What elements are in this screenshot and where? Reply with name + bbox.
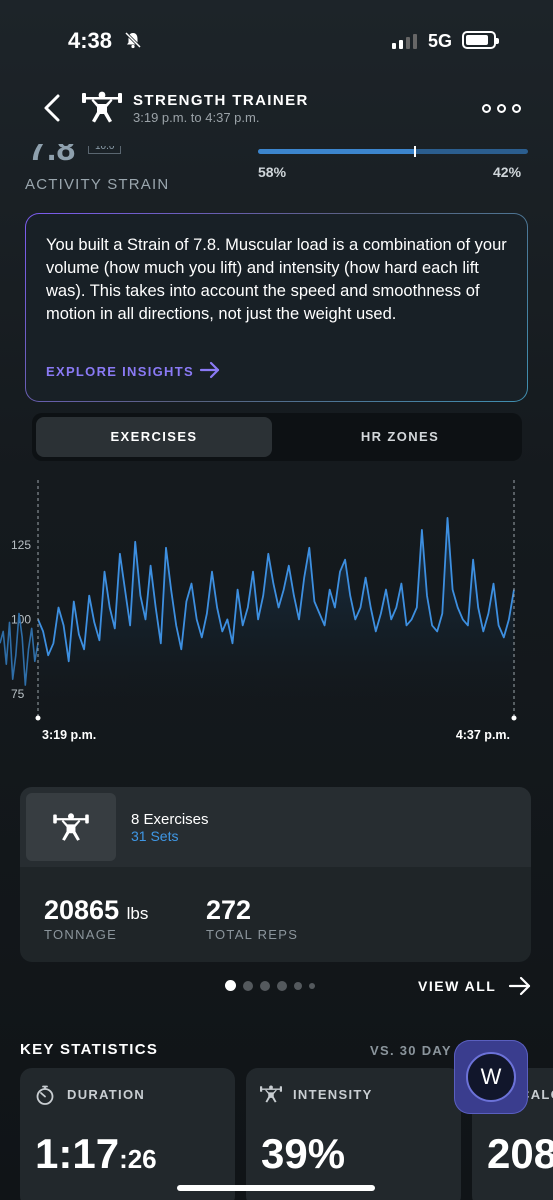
insight-text: You built a Strain of 7.8. Muscular load… (46, 236, 507, 323)
tonnage-number: 20865 (44, 895, 120, 925)
view-all-button[interactable]: VIEW ALL (418, 978, 496, 994)
session-end-dot (511, 715, 517, 721)
x-start-label: 3:19 p.m. (42, 728, 96, 742)
exercise-count: 8 Exercises (131, 811, 209, 828)
workout-header: STRENGTH TRAINER 3:19 p.m. to 4:37 p.m. (0, 85, 553, 135)
strain-label: ACTIVITY STRAIN (25, 176, 170, 193)
more-options-icon[interactable] (482, 104, 521, 113)
tonnage-unit: lbs (126, 904, 149, 923)
stopwatch-icon (36, 1085, 54, 1105)
exercises-summary-card[interactable]: 8 Exercises 31 Sets 20865 lbs TONNAGE 27… (20, 787, 531, 962)
status-time: 4:38 (68, 28, 113, 53)
session-start-dot (35, 715, 41, 721)
compare-period-label[interactable]: VS. 30 DAY (370, 1043, 452, 1058)
pager-dot[interactable] (277, 980, 287, 991)
view-segmented-control: EXERCISES HR ZONES (32, 413, 522, 461)
home-indicator[interactable] (177, 1185, 375, 1191)
heart-rate-chart: 125 100 75 3:19 p.m. 4:37 p.m. (0, 480, 553, 750)
total-reps-label: TOTAL REPS (206, 927, 299, 942)
exercises-card-header: 8 Exercises 31 Sets (20, 787, 531, 867)
battery-icon (462, 31, 499, 49)
stat-label: DURATION (67, 1087, 146, 1102)
stat-value: 208 (487, 1130, 553, 1177)
load-split-left-pct: 58% (258, 164, 287, 180)
x-end-label: 4:37 p.m. (456, 728, 510, 742)
key-statistics-title: KEY STATISTICS (20, 1041, 159, 1058)
strain-max-badge: 10.0 (88, 146, 122, 154)
status-bar: 4:38 5G (0, 0, 553, 80)
stat-card-intensity[interactable]: INTENSITY 39% (246, 1068, 461, 1200)
assistant-letter: W (480, 1064, 502, 1089)
stat-value: 1:17:26 (35, 1130, 157, 1177)
arrow-right-icon[interactable] (199, 360, 221, 380)
workout-title: STRENGTH TRAINER (133, 92, 309, 109)
signal-icon (392, 34, 417, 49)
load-split-fill (258, 149, 415, 154)
tab-hr-zones[interactable]: HR ZONES (282, 417, 518, 457)
carousel-pager[interactable] (225, 980, 315, 991)
tonnage-label: TONNAGE (44, 927, 118, 942)
pager-dot[interactable] (294, 981, 302, 990)
hr-area-fill (38, 517, 514, 720)
stat-value: 39% (261, 1130, 346, 1177)
weightlifter-icon (82, 91, 122, 123)
strain-insight-card: You built a Strain of 7.8. Muscular load… (25, 213, 528, 402)
assistant-button[interactable]: W (454, 1040, 528, 1114)
stat-card-duration[interactable]: DURATION 1:17:26 (20, 1068, 235, 1200)
back-arrow-icon[interactable] (40, 93, 64, 123)
tonnage-value: 20865 lbs (44, 895, 148, 926)
y-tick-label: 125 (11, 538, 31, 552)
tab-exercises[interactable]: EXERCISES (36, 417, 272, 457)
load-split-marker (413, 146, 416, 157)
explore-insights-link[interactable]: EXPLORE INSIGHTS (46, 364, 194, 379)
bell-muted-icon (124, 31, 142, 49)
y-tick-label: 75 (11, 687, 25, 701)
network-label: 5G (428, 31, 453, 51)
pager-dot[interactable] (260, 980, 270, 991)
weightlifter-icon (260, 1085, 282, 1103)
weightlifter-icon (53, 813, 89, 841)
exercise-icon-tile (26, 793, 116, 861)
pager-dot[interactable] (309, 982, 315, 989)
workout-time-range: 3:19 p.m. to 4:37 p.m. (133, 110, 260, 125)
load-split-bar (258, 146, 528, 157)
stat-label: INTENSITY (293, 1087, 373, 1102)
arrow-right-icon[interactable] (508, 975, 532, 997)
pager-dot[interactable] (243, 980, 253, 991)
sets-count: 31 Sets (131, 828, 179, 844)
load-split-right-pct: 42% (493, 164, 522, 180)
heart-rate-plot: 125100753:19 p.m. 4:37 p.m. (0, 480, 517, 742)
assistant-logo-icon: W (466, 1052, 516, 1102)
strain-value: 7.8 (28, 144, 76, 166)
pager-dot[interactable] (225, 980, 236, 991)
total-reps-value: 272 (206, 895, 252, 925)
